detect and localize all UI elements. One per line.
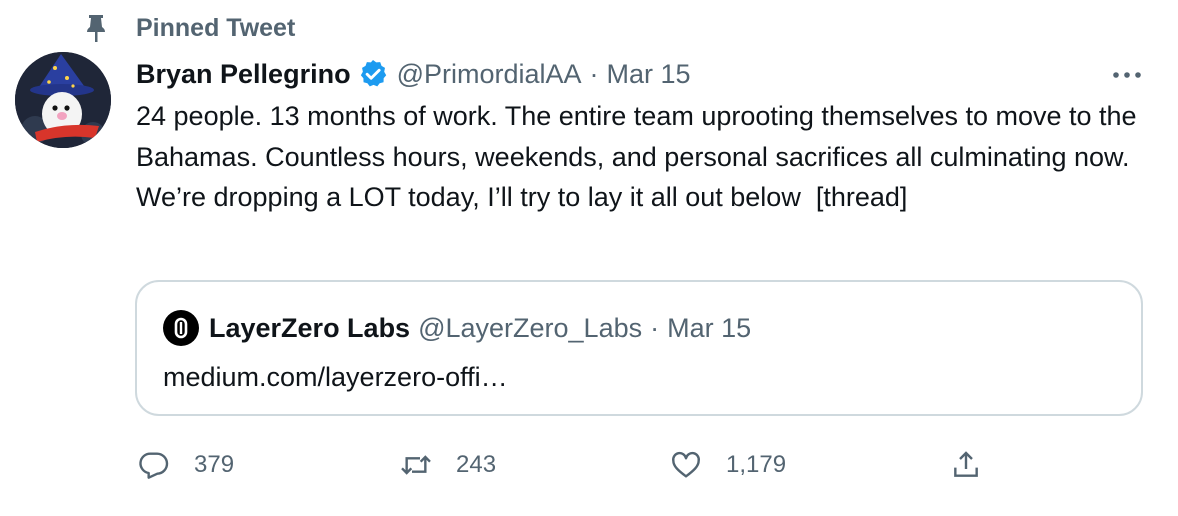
quoted-author-handle: @LayerZero_Labs	[418, 312, 643, 343]
quoted-tweet-card[interactable]: LayerZero Labs @LayerZero_Labs · Mar 15 …	[135, 280, 1143, 416]
retweet-button[interactable]: 243	[398, 444, 496, 486]
like-button[interactable]: 1,179	[668, 444, 786, 486]
verified-badge-icon	[357, 58, 389, 90]
author-name[interactable]: Bryan Pellegrino	[136, 59, 351, 90]
separator-dot: ·	[589, 58, 599, 89]
tweet-actions: 379 243 1,179	[136, 444, 986, 486]
reply-button[interactable]: 379	[136, 444, 234, 486]
layerzero-logo-icon	[163, 310, 199, 346]
reply-count: 379	[194, 451, 235, 478]
retweet-count: 243	[456, 451, 497, 478]
reply-icon	[136, 447, 172, 483]
tweet-date[interactable]: Mar 15	[607, 59, 691, 90]
author-handle[interactable]: @PrimordialAA	[397, 59, 582, 90]
share-icon	[948, 447, 984, 483]
pin-icon	[84, 12, 108, 44]
share-button[interactable]	[948, 444, 984, 486]
avatar[interactable]	[15, 52, 111, 148]
quoted-author-name: LayerZero Labs	[209, 312, 411, 343]
tweet-text: 24 people. 13 months of work. The entire…	[136, 101, 1145, 212]
pinned-label: Pinned Tweet	[136, 14, 296, 42]
quoted-separator-dot: ·	[650, 312, 660, 343]
quoted-tweet-date: Mar 15	[667, 312, 752, 343]
more-options-icon[interactable]	[1110, 58, 1144, 92]
pinned-indicator: Pinned Tweet	[84, 12, 295, 44]
like-count: 1,179	[726, 451, 787, 478]
retweet-icon	[398, 447, 434, 483]
quoted-tweet-link: medium.com/layerzero-offi…	[163, 362, 508, 392]
heart-icon	[668, 447, 704, 483]
quoted-tweet-header: LayerZero Labs @LayerZero_Labs · Mar 15	[163, 310, 751, 346]
tweet-header: Bryan Pellegrino @PrimordialAA · Mar 15	[136, 54, 691, 94]
